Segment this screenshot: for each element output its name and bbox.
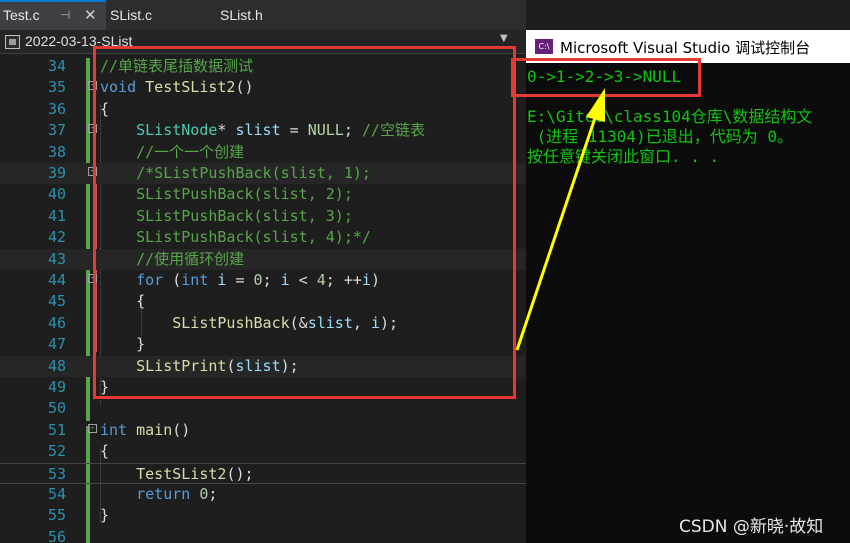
line-number: 55 bbox=[47, 506, 66, 525]
line-number: 51 bbox=[47, 420, 66, 439]
code-line[interactable]: 53 TestSList2(); bbox=[0, 462, 526, 485]
console-output-line: E:\Gitee\class104仓库\数据结构文 bbox=[527, 107, 813, 126]
line-number: 41 bbox=[47, 206, 66, 225]
code-line[interactable]: 51 - int main() bbox=[0, 420, 526, 441]
line-number: 44 bbox=[47, 271, 66, 289]
watermark: CSDN @新晓·故知 bbox=[679, 517, 824, 537]
code-text: { bbox=[100, 441, 109, 462]
line-number: 48 bbox=[47, 356, 66, 375]
line-number: 43 bbox=[47, 249, 66, 268]
line-number: 35 bbox=[47, 78, 66, 97]
line-number: 40 bbox=[47, 185, 66, 204]
output-highlight-box bbox=[511, 58, 701, 97]
code-token: ; bbox=[208, 485, 218, 503]
line-number: 36 bbox=[47, 99, 66, 118]
code-token: main bbox=[136, 420, 173, 439]
code-text: return 0; bbox=[100, 484, 217, 505]
line-number: 50 bbox=[47, 399, 66, 418]
tab-slist-c[interactable]: SList.c bbox=[110, 0, 152, 30]
code-highlight-box bbox=[93, 46, 516, 399]
pin-icon[interactable]: ⊣ bbox=[60, 2, 70, 29]
code-token: return bbox=[136, 485, 191, 503]
editor-tab-bar: Test.c ⊣ ✕ SList.c SList.h bbox=[0, 0, 526, 30]
console-output-line: (进程 11304)已退出，代码为 0。 bbox=[527, 127, 793, 146]
line-number: 45 bbox=[47, 292, 66, 311]
line-number: 39 bbox=[47, 164, 66, 182]
code-token: () bbox=[172, 420, 191, 439]
code-line[interactable]: 56 bbox=[0, 527, 526, 543]
line-number: 46 bbox=[47, 313, 66, 332]
project-icon bbox=[5, 35, 20, 49]
code-token: (); bbox=[226, 464, 254, 483]
code-text: } bbox=[100, 505, 109, 526]
chevron-down-icon[interactable]: ▼ bbox=[500, 33, 508, 44]
line-number: 34 bbox=[47, 57, 66, 75]
code-line[interactable]: 50 bbox=[0, 398, 526, 419]
tab-label: SList.h bbox=[220, 7, 263, 23]
line-number: 54 bbox=[47, 485, 66, 503]
tab-label: SList.c bbox=[110, 7, 153, 23]
tab-test-c[interactable]: Test.c ⊣ ✕ bbox=[0, 0, 106, 30]
console-title: Microsoft Visual Studio 调试控制台 bbox=[560, 39, 811, 57]
line-number: 49 bbox=[47, 378, 66, 396]
code-token: { bbox=[100, 442, 110, 461]
line-number: 53 bbox=[47, 464, 66, 483]
collapse-icon[interactable]: - bbox=[88, 423, 97, 433]
line-number: 42 bbox=[47, 228, 66, 247]
code-token: } bbox=[100, 506, 110, 525]
code-token: int bbox=[100, 420, 128, 439]
code-line[interactable]: 52 { bbox=[0, 441, 526, 462]
code-token: TestSList2 bbox=[136, 464, 227, 483]
code-text: TestSList2(); bbox=[100, 464, 254, 485]
console-output-line: 按任意键关闭此窗口. . . bbox=[527, 147, 720, 166]
code-line[interactable]: 55} bbox=[0, 505, 526, 526]
code-text: int main() bbox=[100, 420, 190, 441]
debug-console-window[interactable]: C:\ Microsoft Visual Studio 调试控制台 0->1->… bbox=[526, 30, 850, 543]
line-number: 37 bbox=[47, 121, 66, 140]
line-number: 52 bbox=[47, 442, 66, 461]
code-line[interactable]: 54 return 0; bbox=[0, 484, 526, 505]
visual-studio-icon: C:\ bbox=[535, 39, 553, 54]
tab-label: Test.c bbox=[3, 7, 40, 23]
close-icon[interactable]: ✕ bbox=[84, 2, 97, 29]
line-number: 56 bbox=[47, 527, 66, 543]
tab-slist-h[interactable]: SList.h bbox=[220, 0, 263, 30]
line-number: 47 bbox=[47, 335, 66, 354]
line-number: 38 bbox=[47, 142, 66, 161]
